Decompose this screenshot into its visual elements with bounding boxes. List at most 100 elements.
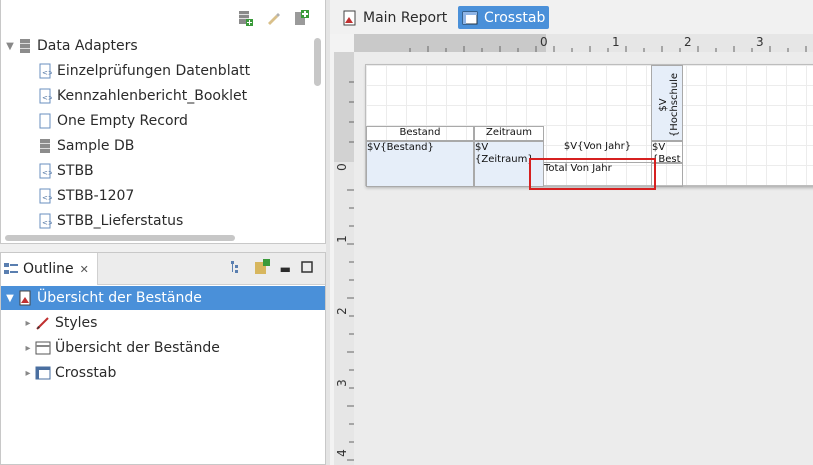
add-adapter-button[interactable] bbox=[235, 8, 255, 28]
highlight-box bbox=[529, 158, 656, 190]
tree-item-label: STBB_Lieferstatus bbox=[57, 213, 184, 229]
expand-icon[interactable]: ▸ bbox=[21, 366, 35, 380]
horizontal-scrollbar[interactable] bbox=[5, 235, 235, 241]
svg-text:<>: <> bbox=[42, 94, 52, 102]
svg-text:<>: <> bbox=[42, 219, 52, 227]
tab-crosstab[interactable]: Crosstab bbox=[458, 6, 550, 29]
header-bestand[interactable]: Bestand bbox=[366, 126, 474, 141]
svg-text:<>: <> bbox=[42, 169, 52, 177]
vertical-scrollbar[interactable] bbox=[314, 38, 321, 86]
header-zeitraum[interactable]: Zeitraum bbox=[474, 126, 544, 141]
vertical-ruler: 0 1 2 3 4 bbox=[334, 52, 354, 465]
new-adapter-button[interactable] bbox=[291, 8, 311, 28]
minimize-icon[interactable]: ▬ bbox=[280, 262, 291, 276]
empty-record-icon bbox=[37, 113, 53, 129]
cell-text: $V{Von Jahr} bbox=[563, 141, 632, 152]
tree-item-label: One Empty Record bbox=[57, 113, 188, 129]
tab-outline[interactable]: Outline ✕ bbox=[1, 253, 98, 285]
styles-icon bbox=[35, 315, 51, 331]
outline-icon bbox=[4, 263, 18, 274]
tab-label: Main Report bbox=[363, 9, 448, 26]
edit-adapter-button[interactable] bbox=[263, 8, 283, 28]
collapse-icon[interactable]: ▼ bbox=[3, 291, 17, 305]
outline-item-label: Styles bbox=[55, 315, 98, 331]
tree-view-icon[interactable] bbox=[230, 260, 244, 278]
tree-item-adapter[interactable]: <> STBB_Lieferstatus bbox=[37, 209, 183, 233]
tree-item-label: Kennzahlenbericht_Booklet bbox=[57, 88, 248, 104]
xml-adapter-icon: <> bbox=[37, 88, 53, 104]
outline-panel: Outline ✕ ▬ ▼ Übersicht der Bestände ▸ S… bbox=[0, 252, 326, 465]
tree-item-label: Sample DB bbox=[57, 138, 135, 154]
database-icon bbox=[37, 138, 53, 154]
column-header-hochschule[interactable]: $V {Hochschule bbox=[651, 65, 683, 141]
tree-item-adapter[interactable]: <> STBB-1207 bbox=[37, 184, 134, 208]
tree-item-label: STBB bbox=[57, 163, 94, 179]
tree-item-label: Data Adapters bbox=[37, 38, 138, 54]
outline-item-label: Übersicht der Bestände bbox=[55, 340, 220, 356]
ruler-label: 1 bbox=[334, 235, 349, 243]
cell-text: $V bbox=[652, 142, 666, 153]
cell-text: $V bbox=[475, 142, 489, 153]
xml-adapter-icon: <> bbox=[37, 213, 53, 229]
outline-toolbar: ▬ bbox=[230, 259, 313, 279]
design-canvas[interactable]: $V {Hochschule Bestand Zeitraum $V{Besta… bbox=[354, 52, 813, 465]
new-file-icon bbox=[295, 10, 309, 25]
xml-adapter-icon: <> bbox=[37, 163, 53, 179]
svg-text:<>: <> bbox=[42, 69, 52, 77]
repository-toolbar bbox=[235, 8, 311, 28]
repository-panel: ▼ Data Adapters <> Einzelprüfungen Daten… bbox=[0, 0, 326, 244]
outline-item-label: Übersicht der Bestände bbox=[37, 290, 202, 306]
ruler-label: 0 bbox=[334, 163, 349, 171]
tab-outline-label: Outline bbox=[23, 261, 74, 277]
ruler-label: 2 bbox=[684, 35, 692, 49]
ruler-label: 1 bbox=[612, 35, 620, 49]
outline-item-styles[interactable]: ▸ Styles bbox=[21, 311, 97, 335]
outline-item-band[interactable]: ▸ Übersicht der Bestände bbox=[21, 336, 220, 360]
ruler-label: 0 bbox=[540, 35, 548, 49]
tree-item-label: STBB-1207 bbox=[57, 188, 135, 204]
column-header-text: {Hochschule bbox=[669, 72, 680, 138]
crosstab-icon bbox=[462, 11, 478, 24]
add-style-icon[interactable] bbox=[254, 259, 270, 279]
ruler-label: 4 bbox=[334, 449, 349, 457]
app-window: ▼ Data Adapters <> Einzelprüfungen Daten… bbox=[0, 0, 813, 465]
tree-item-data-adapters[interactable]: ▼ Data Adapters bbox=[3, 34, 138, 58]
tab-main-report[interactable]: Main Report bbox=[338, 6, 451, 29]
tree-item-adapter[interactable]: One Empty Record bbox=[37, 109, 188, 133]
column-header-text: $V bbox=[658, 98, 669, 112]
maximize-icon[interactable] bbox=[301, 261, 313, 277]
tree-item-adapter[interactable]: <> Kennzahlenbericht_Booklet bbox=[37, 84, 247, 108]
database-add-icon bbox=[239, 11, 253, 26]
expand-icon[interactable]: ▸ bbox=[21, 341, 35, 355]
outline-item-crosstab[interactable]: ▸ Crosstab bbox=[21, 361, 116, 385]
report-editor: Main Report Crosstab 0 1 2 3 0 1 2 3 4 $… bbox=[330, 0, 813, 465]
tree-item-adapter[interactable]: <> STBB bbox=[37, 159, 94, 183]
tab-label: Crosstab bbox=[484, 9, 546, 26]
ruler-label: 2 bbox=[334, 307, 349, 315]
collapse-icon[interactable]: ▼ bbox=[3, 39, 17, 53]
ruler-label: 3 bbox=[756, 35, 764, 49]
xml-adapter-icon: <> bbox=[37, 63, 53, 79]
outline-item-label: Crosstab bbox=[55, 365, 117, 381]
crosstab-page[interactable]: $V {Hochschule Bestand Zeitraum $V{Besta… bbox=[365, 64, 813, 190]
cell-bestand[interactable]: $V{Bestand} bbox=[366, 141, 474, 187]
pencil-icon bbox=[268, 13, 280, 25]
xml-adapter-icon: <> bbox=[37, 188, 53, 204]
outline-header: Outline ✕ ▬ bbox=[1, 253, 325, 285]
close-icon[interactable]: ✕ bbox=[80, 263, 89, 276]
tree-item-adapter[interactable]: Sample DB bbox=[37, 134, 134, 158]
ruler-label: 3 bbox=[334, 379, 349, 387]
expand-icon[interactable]: ▸ bbox=[21, 316, 35, 330]
crosstab-icon bbox=[35, 365, 51, 381]
band-icon bbox=[35, 340, 51, 356]
tree-item-adapter[interactable]: <> Einzelprüfungen Datenblatt bbox=[37, 59, 250, 83]
header-text: Bestand bbox=[399, 127, 441, 138]
svg-text:<>: <> bbox=[42, 194, 52, 202]
outline-item-root[interactable]: ▼ Übersicht der Bestände bbox=[1, 286, 325, 310]
report-icon bbox=[343, 10, 356, 25]
cell-text: $V{Bestand} bbox=[367, 142, 434, 153]
horizontal-ruler: 0 1 2 3 bbox=[354, 34, 813, 52]
database-icon bbox=[17, 38, 33, 54]
editor-tabs: Main Report Crosstab bbox=[330, 0, 813, 34]
report-icon bbox=[17, 290, 33, 306]
